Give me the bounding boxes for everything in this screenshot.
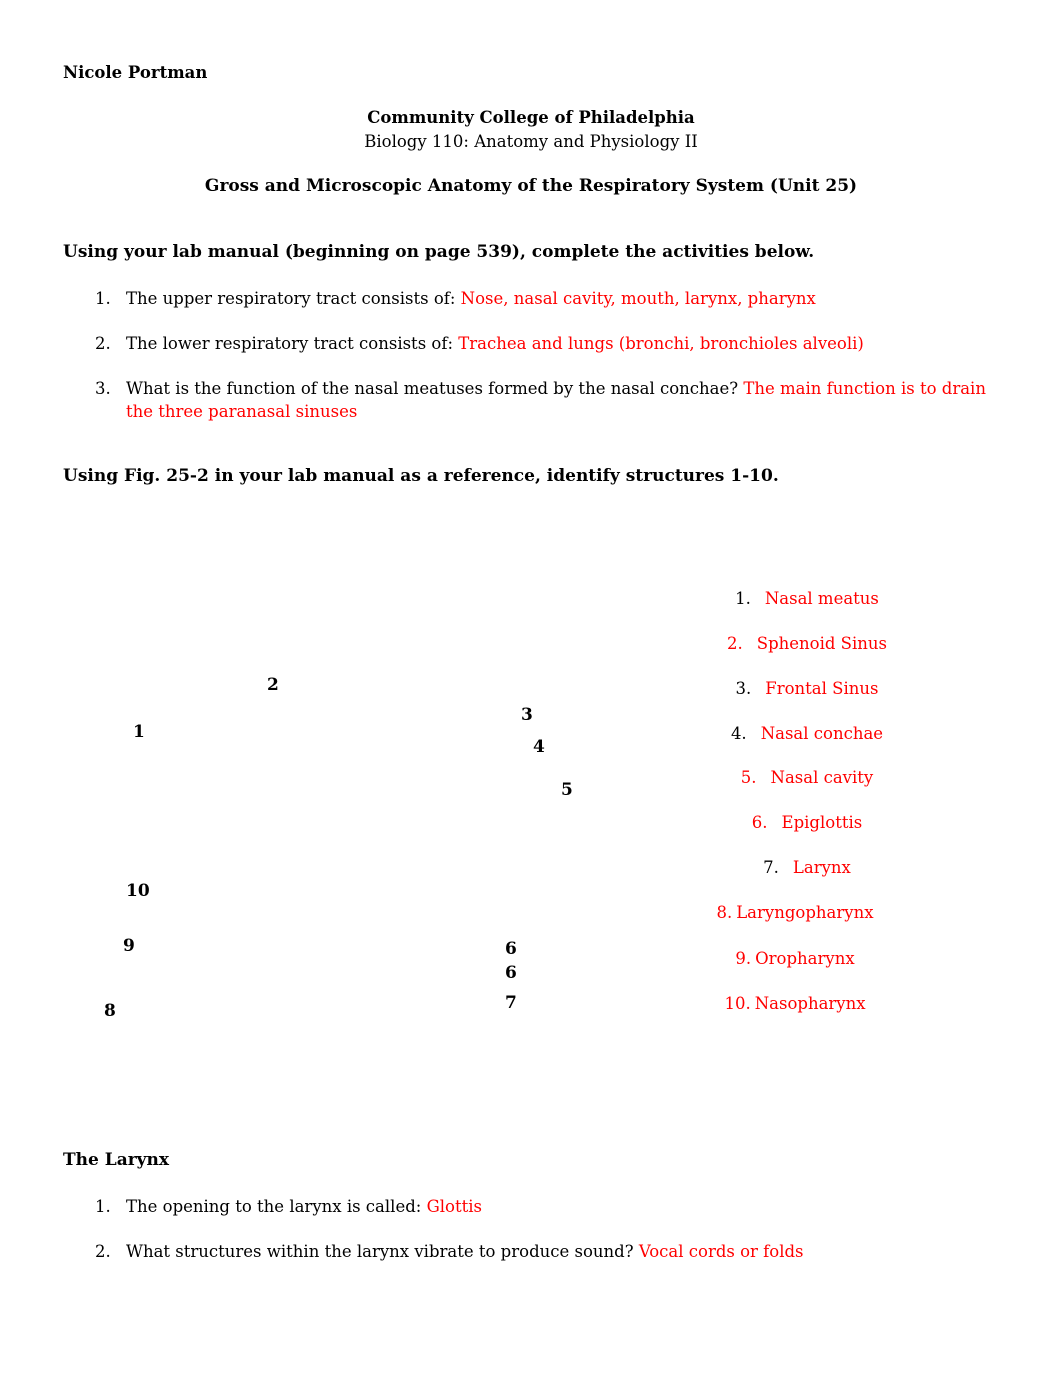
answer-number: 1.	[735, 589, 751, 608]
answer-text: Nasal conchae	[760, 724, 884, 743]
question-answer: Trachea and lungs (bronchi, bronchioles …	[458, 334, 864, 353]
question-number: 1.	[95, 289, 111, 308]
question-number: 1.	[95, 1197, 111, 1216]
answer-item: 7. Larynx	[612, 858, 1002, 877]
answer-number: 6.	[751, 813, 768, 832]
question-number: 2.	[95, 334, 111, 353]
answer-text: Sphenoid Sinus	[756, 634, 887, 653]
answer-number: 2.	[727, 634, 743, 653]
answer-text: Frontal Sinus	[765, 679, 879, 698]
figure-label: 1	[133, 722, 145, 742]
document-title: Gross and Microscopic Anatomy of the Res…	[204, 176, 858, 196]
figure-label: 10	[126, 881, 150, 901]
answer-number: 3.	[735, 679, 752, 698]
answer-text: Laryngopharynx	[736, 903, 874, 922]
figure-label: 3	[521, 705, 533, 725]
section-heading-lab-manual: Using your lab manual (beginning on page…	[63, 242, 815, 262]
figure-label: 6	[505, 963, 517, 983]
answer-item: 8. Laryngopharynx	[600, 903, 990, 922]
answer-number: 7.	[763, 858, 779, 877]
figure-label: 6	[505, 939, 517, 959]
institution-name: Community College of Philadelphia	[367, 108, 695, 127]
figure-label: 9	[123, 936, 135, 956]
answer-number: 4.	[730, 724, 747, 743]
section-heading-larynx: The Larynx	[63, 1150, 170, 1170]
course-name: Biology 110: Anatomy and Physiology II	[364, 132, 698, 151]
answer-text: Nasopharynx	[754, 994, 866, 1013]
answer-number: 5.	[740, 768, 757, 787]
answer-item: 1. Nasal meatus	[612, 589, 1002, 608]
question-number: 3.	[95, 379, 111, 398]
question-answer: Glottis	[426, 1197, 482, 1216]
answer-item: 9. Oropharynx	[600, 949, 990, 968]
figure-label: 2	[267, 675, 279, 695]
answer-number: 10.	[724, 994, 751, 1013]
question-item: 2. The lower respiratory tract consists …	[95, 332, 995, 355]
question-item: 3. What is the function of the nasal mea…	[95, 377, 995, 423]
figure-label: 4	[533, 737, 545, 757]
question-item: 1. The opening to the larynx is called: …	[95, 1195, 995, 1218]
figure-label: 7	[505, 993, 517, 1013]
answer-text: Oropharynx	[755, 949, 855, 968]
answer-text: Nasal meatus	[764, 589, 879, 608]
figure-label: 5	[561, 780, 573, 800]
student-name: Nicole Portman	[63, 63, 208, 82]
question-prompt: The lower respiratory tract consists of:	[126, 334, 454, 353]
figure-label: 8	[104, 1001, 116, 1021]
question-answer: Nose, nasal cavity, mouth, larynx, phary…	[460, 289, 816, 308]
answer-item: 3. Frontal Sinus	[612, 679, 1002, 698]
answer-number: 8.	[716, 903, 733, 922]
question-item: 1. The upper respiratory tract consists …	[95, 287, 995, 310]
question-answer: Vocal cords or folds	[638, 1242, 804, 1261]
question-prompt: What is the function of the nasal meatus…	[126, 379, 739, 398]
question-prompt: The upper respiratory tract consists of:	[126, 289, 456, 308]
question-prompt: What structures within the larynx vibrat…	[126, 1242, 634, 1261]
section-heading-figure: Using Fig. 25-2 in your lab manual as a …	[63, 466, 779, 486]
question-number: 2.	[95, 1242, 111, 1261]
answer-item: 6. Epiglottis	[612, 813, 1002, 832]
answer-text: Larynx	[792, 858, 851, 877]
question-prompt: The opening to the larynx is called:	[126, 1197, 422, 1216]
answer-item: 2. Sphenoid Sinus	[612, 634, 1002, 653]
answer-text: Epiglottis	[781, 813, 863, 832]
answer-item: 4. Nasal conchae	[612, 724, 1002, 743]
answer-text: Nasal cavity	[770, 768, 874, 787]
answer-number: 9.	[735, 949, 752, 968]
answer-item: 10. Nasopharynx	[600, 994, 990, 1013]
answer-item: 5. Nasal cavity	[612, 768, 1002, 787]
question-item: 2. What structures within the larynx vib…	[95, 1240, 995, 1263]
